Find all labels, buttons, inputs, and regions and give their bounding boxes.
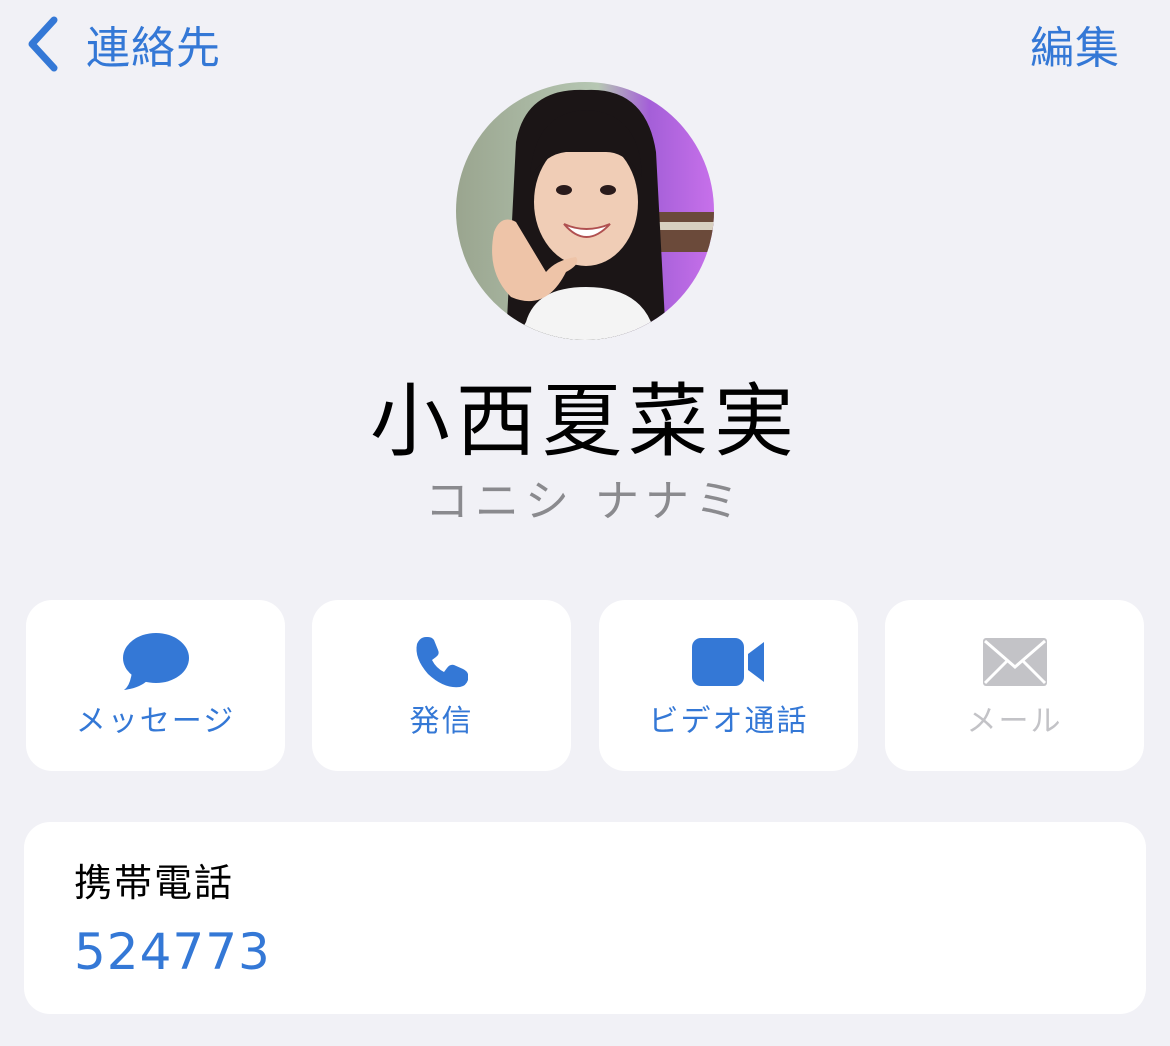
contact-detail-screen: 連絡先 編集 小西夏菜実 コニシ ナナミ メッセージ 発信 ビデオ通話 メール … [0, 0, 1170, 1046]
chevron-left-icon [28, 16, 58, 72]
video-call-button-label: ビデオ通話 [648, 704, 809, 739]
message-bubble-icon [122, 632, 190, 692]
contact-name: 小西夏菜実 [370, 375, 800, 468]
phone-type-label: 携帯電話 [74, 861, 235, 905]
mail-envelope-icon [982, 632, 1048, 692]
video-call-button[interactable]: ビデオ通話 [599, 600, 858, 771]
mail-button-label: メール [966, 704, 1063, 739]
avatar-photo [456, 82, 714, 340]
video-camera-icon [691, 632, 766, 692]
call-button[interactable]: 発信 [312, 600, 571, 771]
call-button-label: 発信 [409, 704, 474, 739]
contact-name-reading: コニシ ナナミ [425, 476, 745, 527]
edit-button[interactable]: 編集 [1030, 14, 1120, 74]
phone-number-card[interactable]: 携帯電話 524773 [24, 822, 1146, 1014]
message-button[interactable]: メッセージ [26, 600, 285, 771]
quick-actions: メッセージ 発信 ビデオ通話 メール [26, 600, 1144, 771]
phone-icon [414, 632, 470, 692]
avatar[interactable] [456, 82, 714, 340]
message-button-label: メッセージ [75, 704, 236, 739]
back-button-label: 連絡先 [86, 23, 221, 74]
phone-number-link[interactable]: 524773 [74, 922, 271, 982]
back-button[interactable]: 連絡先 [22, 14, 221, 74]
mail-button[interactable]: メール [885, 600, 1144, 771]
